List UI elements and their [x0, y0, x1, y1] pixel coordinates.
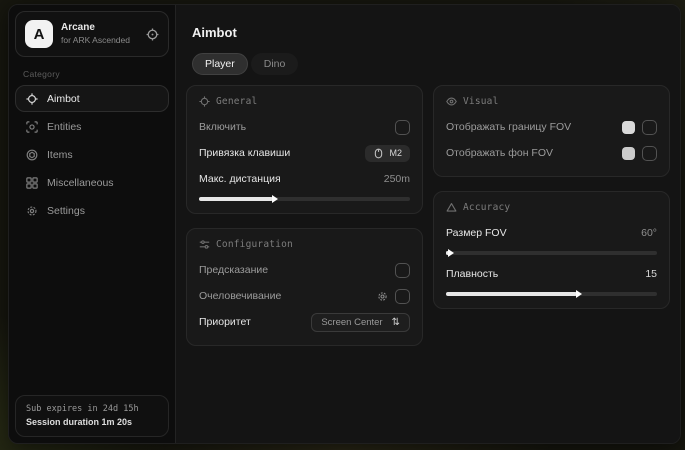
- fov-border-checkbox[interactable]: [642, 120, 657, 135]
- sidebar-item-label: Items: [47, 149, 73, 161]
- enable-checkbox[interactable]: [395, 120, 410, 135]
- main-panel: Aimbot Player Dino General: [176, 5, 680, 443]
- fov-background-checkbox[interactable]: [642, 146, 657, 161]
- app-logo: A: [25, 20, 53, 48]
- card-accuracy: Accuracy Размер FOV 60°: [433, 191, 670, 309]
- app-window: A Arcane for ARK Ascended Category: [8, 4, 681, 444]
- slider-thumb[interactable]: [448, 249, 454, 257]
- mouse-icon: [373, 148, 384, 159]
- fov-background-color-swatch[interactable]: [622, 147, 635, 160]
- enable-label: Включить: [199, 121, 246, 133]
- slider-thumb[interactable]: [576, 290, 582, 298]
- target-icon[interactable]: [146, 28, 159, 41]
- keybind-label: Привязка клавиши: [199, 147, 290, 159]
- humanization-label: Очеловечивание: [199, 290, 281, 302]
- app-name: Arcane: [61, 22, 138, 35]
- items-icon: [26, 149, 38, 161]
- sliders-icon: [199, 239, 210, 250]
- card-visual: Visual Отображать границу FOV Отображать…: [433, 85, 670, 177]
- smoothness-slider[interactable]: [446, 292, 657, 296]
- tab-dino[interactable]: Dino: [251, 53, 299, 75]
- tab-bar: Player Dino: [192, 53, 670, 75]
- card-configuration: Configuration Предсказание Очеловечивани…: [186, 228, 423, 346]
- card-general: General Включить Привязка клавиши: [186, 85, 423, 214]
- page-title: Aimbot: [192, 25, 670, 40]
- prediction-label: Предсказание: [199, 264, 268, 276]
- gear-icon[interactable]: [377, 291, 388, 302]
- brand-card: A Arcane for ARK Ascended: [15, 11, 169, 57]
- slider-thumb[interactable]: [272, 195, 278, 203]
- keybind-value: M2: [389, 148, 402, 158]
- max-distance-slider[interactable]: [199, 197, 410, 201]
- sidebar-item-label: Aimbot: [47, 93, 80, 105]
- subscription-expiry: Sub expires in 24d 15h: [26, 403, 158, 416]
- sidebar-item-label: Entities: [47, 121, 81, 133]
- grid-icon: [26, 177, 38, 189]
- sidebar-item-miscellaneous[interactable]: Miscellaneous: [15, 169, 169, 196]
- sidebar-item-label: Settings: [47, 205, 85, 217]
- max-distance-label: Макс. дистанция: [199, 173, 281, 185]
- priority-value: Screen Center: [321, 317, 382, 328]
- session-info-card: Sub expires in 24d 15h Session duration …: [15, 395, 169, 437]
- sidebar-item-entities[interactable]: Entities: [15, 113, 169, 140]
- keybind-button[interactable]: M2: [365, 145, 410, 162]
- card-title: General: [216, 96, 257, 107]
- gear-icon: [26, 205, 38, 217]
- sort-arrows-icon: ⇅: [392, 317, 400, 328]
- triangle-icon: [446, 202, 457, 213]
- sidebar-item-aimbot[interactable]: Aimbot: [15, 85, 169, 112]
- sidebar-nav: Aimbot Entities Items: [15, 85, 169, 224]
- session-duration: Session duration 1m 20s: [26, 416, 158, 430]
- fov-border-label: Отображать границу FOV: [446, 121, 571, 133]
- scan-icon: [26, 121, 38, 133]
- priority-label: Приоритет: [199, 316, 251, 328]
- priority-dropdown[interactable]: Screen Center ⇅: [311, 313, 410, 332]
- max-distance-value: 250m: [384, 173, 410, 185]
- fov-size-slider[interactable]: [446, 251, 657, 255]
- sidebar-item-label: Miscellaneous: [47, 177, 114, 189]
- eye-icon: [446, 96, 457, 107]
- humanization-checkbox[interactable]: [395, 289, 410, 304]
- app-tagline: for ARK Ascended: [61, 35, 138, 46]
- sidebar: A Arcane for ARK Ascended Category: [9, 5, 176, 443]
- card-title: Configuration: [216, 239, 293, 250]
- fov-border-color-swatch[interactable]: [622, 121, 635, 134]
- crosshair-icon: [26, 93, 38, 105]
- tab-player[interactable]: Player: [192, 53, 248, 75]
- fov-size-label: Размер FOV: [446, 227, 507, 239]
- card-title: Accuracy: [463, 202, 510, 213]
- sidebar-item-settings[interactable]: Settings: [15, 197, 169, 224]
- sidebar-item-items[interactable]: Items: [15, 141, 169, 168]
- smoothness-value: 15: [645, 268, 657, 280]
- smoothness-label: Плавность: [446, 268, 498, 280]
- fov-size-value: 60°: [641, 227, 657, 239]
- category-label: Category: [23, 69, 161, 79]
- card-title: Visual: [463, 96, 499, 107]
- prediction-checkbox[interactable]: [395, 263, 410, 278]
- target-icon: [199, 96, 210, 107]
- fov-background-label: Отображать фон FOV: [446, 147, 553, 159]
